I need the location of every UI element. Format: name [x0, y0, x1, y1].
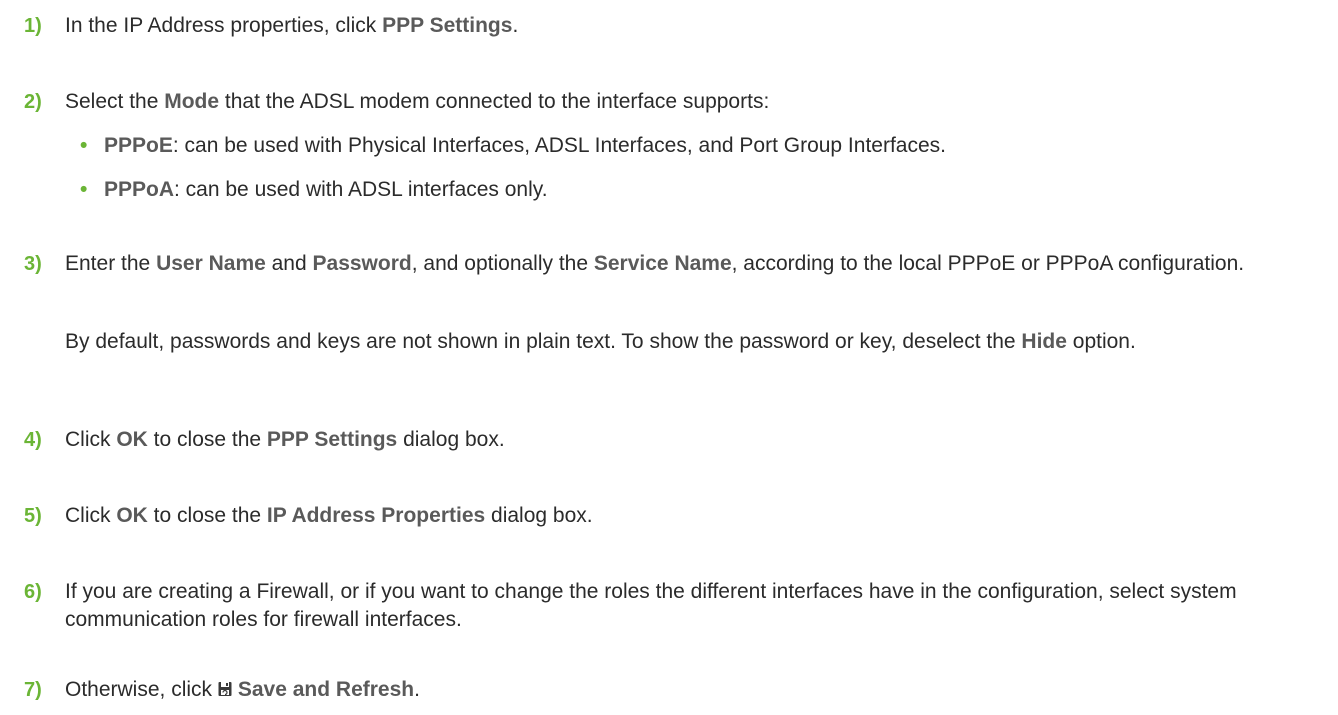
bullet-icon: • [80, 134, 88, 157]
save-and-refresh-icon [218, 677, 232, 696]
ui-term-ip-address-properties: IP Address Properties [266, 504, 486, 527]
ui-term-service-name: Service Name [593, 252, 732, 275]
ui-term-user-name: User Name [156, 252, 266, 275]
step-number: 1) [24, 15, 42, 37]
step-text: In the IP Address properties, click PPP … [65, 14, 519, 37]
step-number: 4) [24, 429, 42, 451]
step-text: Select the Mode that the ADSL modem conn… [65, 90, 770, 113]
ui-term-ok: OK [116, 428, 148, 451]
step-number: 2) [24, 91, 42, 113]
ui-term-pppoa: PPPoA [104, 178, 175, 201]
ui-term-mode: Mode [164, 90, 220, 113]
step-number: 5) [24, 505, 42, 527]
step-text: Otherwise, click Save and Refresh. [65, 677, 420, 701]
ui-term-password: Password [312, 252, 412, 275]
bullet-icon: • [80, 178, 88, 201]
ui-term-ppp-settings: PPP Settings [382, 14, 513, 37]
note-text: By default, passwords and keys are not s… [65, 330, 1136, 353]
ui-term-pppoe: PPPoE [104, 134, 173, 157]
step-text: Enter the User Name and Password, and op… [65, 252, 1245, 275]
step-number: 6) [24, 581, 42, 603]
step-number: 3) [24, 253, 42, 275]
ui-term-ok: OK [116, 504, 148, 527]
instruction-page: 1) In the IP Address properties, click P… [0, 0, 1338, 715]
step-text: Click OK to close the PPP Settings dialo… [65, 428, 505, 451]
ui-term-ppp-settings: PPP Settings [266, 428, 398, 451]
step-number: 7) [24, 679, 42, 701]
ui-term-save-and-refresh: Save and Refresh [237, 678, 415, 701]
step-text: If you are creating a Firewall, or if yo… [65, 580, 1237, 631]
ui-term-hide: Hide [1021, 330, 1067, 353]
step-text: Click OK to close the IP Address Propert… [65, 504, 593, 527]
